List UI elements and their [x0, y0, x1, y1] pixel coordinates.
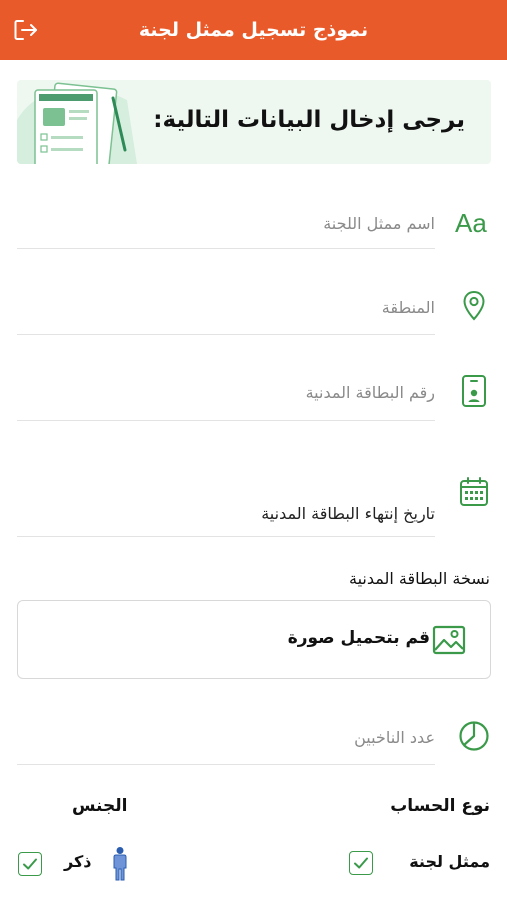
- gender-male-checkbox[interactable]: [18, 852, 42, 876]
- field-divider: [17, 536, 435, 537]
- account-type-checkbox[interactable]: [349, 851, 373, 875]
- field-divider: [17, 334, 435, 335]
- app-header: نموذج تسجيل ممثل لجنة: [0, 0, 507, 60]
- voters-count-input[interactable]: [17, 724, 435, 750]
- image-icon: [432, 625, 466, 659]
- representative-name-input[interactable]: [17, 210, 435, 236]
- field-divider: [17, 248, 435, 249]
- logout-button[interactable]: [12, 17, 40, 43]
- svg-text:Aa: Aa: [455, 208, 487, 238]
- check-icon: [23, 858, 37, 870]
- calendar-icon: [457, 474, 491, 510]
- upload-image-label: قم بتحميل صورة: [287, 628, 430, 648]
- check-icon: [354, 857, 368, 869]
- id-card-icon: [457, 373, 491, 409]
- text-aa-icon: Aa: [455, 206, 491, 240]
- pie-chart-icon: [457, 718, 491, 754]
- civil-id-input[interactable]: [17, 379, 435, 405]
- instructions-banner: يرجى إدخال البيانات التالية:: [17, 80, 491, 164]
- civil-id-expiry-label: تاريخ إنتهاء البطاقة المدنية: [261, 504, 435, 523]
- civil-id-copy-label: نسخة البطاقة المدنية: [348, 569, 490, 588]
- civil-id-field: [17, 366, 491, 422]
- field-divider: [17, 420, 435, 421]
- civil-id-expiry-field[interactable]: تاريخ إنتهاء البطاقة المدنية: [17, 470, 491, 540]
- banner-text: يرجى إدخال البيانات التالية:: [153, 107, 465, 133]
- account-type-option-label: ممثل لجنة: [409, 852, 490, 871]
- documents-illustration-icon: [17, 82, 137, 164]
- page-title: نموذج تسجيل ممثل لجنة: [138, 19, 369, 41]
- male-person-icon: [110, 846, 130, 886]
- logout-icon: [14, 20, 37, 40]
- gender-title: الجنس: [72, 796, 128, 816]
- field-divider: [17, 764, 435, 765]
- voters-count-field: [17, 712, 491, 768]
- region-input[interactable]: [17, 294, 435, 320]
- representative-name-field: Aa: [17, 196, 491, 252]
- account-type-title: نوع الحساب: [390, 796, 490, 816]
- upload-image-button[interactable]: قم بتحميل صورة: [17, 600, 491, 679]
- region-field: [17, 282, 491, 338]
- location-pin-icon: [457, 288, 491, 324]
- registration-page: نموذج تسجيل ممثل لجنة يرجى إدخال البيانا…: [0, 0, 507, 900]
- gender-option-label: ذكر: [64, 852, 92, 871]
